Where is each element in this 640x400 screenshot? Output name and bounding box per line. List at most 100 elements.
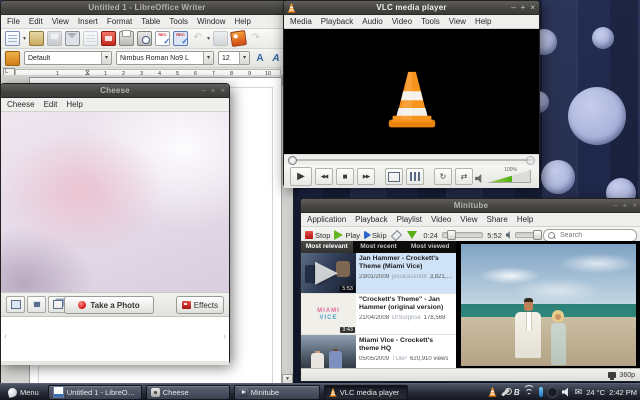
fullscreen-button[interactable] (385, 168, 403, 185)
vlc-menu-audio[interactable]: Audio (362, 17, 382, 26)
writer-titlebar[interactable]: Untitled 1 - LibreOffice Writer (1, 1, 293, 15)
writer-menu-insert[interactable]: Insert (78, 17, 98, 26)
mail-icon[interactable]: ✉ (575, 388, 583, 397)
task-vlc[interactable]: VLC media player (324, 385, 408, 400)
minitube-menu-playback[interactable]: Playback (355, 215, 387, 224)
minitube-titlebar[interactable]: Minitube – + × (301, 199, 640, 213)
seek-handle[interactable] (447, 230, 456, 240)
shuffle-button[interactable]: ⇄ (455, 168, 473, 185)
vlc-menu-playback[interactable]: Playback (321, 17, 353, 26)
italic-icon[interactable]: A (269, 53, 284, 64)
search-input[interactable] (558, 231, 632, 240)
close-icon[interactable]: × (220, 84, 225, 97)
minitube-menu-share[interactable]: Share (486, 215, 507, 224)
save-icon[interactable] (47, 31, 62, 46)
writer-menu-help[interactable]: Help (235, 17, 251, 26)
task-writer[interactable]: Untitled 1 - LibreOffice ... (48, 385, 142, 400)
print-icon[interactable] (119, 31, 134, 46)
task-minitube[interactable]: Minitube (234, 385, 320, 400)
cheese-menu-help[interactable]: Help (66, 100, 82, 109)
new-dropdown-icon[interactable]: ▾ (23, 35, 26, 42)
bold-icon[interactable]: A (254, 53, 266, 64)
menu-button[interactable]: Menu (3, 386, 44, 399)
effects-button[interactable]: Effects (176, 296, 224, 314)
paragraph-style-select[interactable]: Default▾ (24, 51, 112, 65)
video-mode-button[interactable] (27, 296, 46, 313)
minitube-menu-view[interactable]: View (460, 215, 477, 224)
maximize-icon[interactable]: + (623, 199, 628, 212)
play-button[interactable]: ▶ (290, 167, 312, 186)
writer-menu-format[interactable]: Format (107, 17, 132, 26)
tab-most-viewed[interactable]: Most viewed (404, 241, 456, 253)
play-button[interactable]: Play (334, 230, 360, 240)
show-changes-icon[interactable]: REC✓ (173, 31, 188, 46)
vlc-titlebar[interactable]: VLC media player – + × (284, 1, 539, 15)
vlc-volume[interactable]: 100% (475, 169, 531, 185)
cheese-titlebar[interactable]: Cheese – + × (1, 84, 229, 98)
vlc-video-area[interactable] (284, 29, 539, 154)
maximize-icon[interactable]: + (211, 84, 216, 97)
fullscreen-icon[interactable] (390, 229, 401, 240)
temperature[interactable]: 24 °C (586, 388, 605, 397)
styles-icon[interactable] (5, 51, 20, 66)
undo-icon[interactable]: ↶ (191, 32, 204, 45)
loop-button[interactable]: ↻ (434, 168, 452, 185)
seek-handle[interactable] (288, 156, 297, 165)
strip-right-icon[interactable]: › (223, 331, 226, 341)
photo-mode-button[interactable] (6, 296, 25, 313)
new-document-icon[interactable] (5, 31, 20, 46)
download-icon[interactable] (407, 231, 417, 239)
minitube-menu-playlist[interactable]: Playlist (397, 215, 422, 224)
font-size-select[interactable]: 12▾ (218, 51, 250, 65)
stop-button[interactable]: ■ (336, 168, 354, 185)
undo-dropdown-icon[interactable]: ▾ (207, 35, 210, 42)
skip-button[interactable]: Skip (364, 231, 387, 240)
open-icon[interactable] (29, 31, 44, 46)
writer-menu-edit[interactable]: Edit (29, 17, 43, 26)
vlc-menu-video[interactable]: Video (392, 17, 412, 26)
navigator-icon[interactable] (213, 31, 228, 46)
take-photo-button[interactable]: Take a Photo (64, 296, 154, 314)
vlc-tray-icon[interactable] (488, 387, 497, 397)
search-box[interactable] (543, 229, 637, 242)
minitube-menu-video[interactable]: Video (431, 215, 451, 224)
next-button[interactable]: ▶▶ (357, 168, 375, 185)
volume-slider[interactable] (515, 232, 539, 238)
stop-button[interactable]: Stop (305, 231, 330, 240)
equalizer-button[interactable] (406, 168, 424, 185)
close-icon[interactable]: × (530, 1, 535, 14)
writer-menu-view[interactable]: View (52, 17, 69, 26)
maximize-icon[interactable]: + (521, 1, 526, 14)
minimize-icon[interactable]: – (201, 84, 205, 97)
tab-most-recent[interactable]: Most recent (353, 241, 405, 253)
writer-menu-window[interactable]: Window (197, 17, 225, 26)
redo-icon[interactable]: ↷ (249, 32, 262, 45)
task-cheese[interactable]: Cheese (146, 385, 230, 400)
minitube-video-area[interactable] (456, 241, 640, 369)
tool-tray-icon[interactable] (501, 388, 510, 396)
vlc-menu-view[interactable]: View (449, 17, 466, 26)
quality-label[interactable]: 360p (619, 372, 635, 379)
vlc-menu-help[interactable]: Help (475, 17, 491, 26)
volume-handle[interactable] (533, 230, 542, 240)
gallery-icon[interactable] (230, 30, 247, 47)
print-preview-icon[interactable] (137, 31, 152, 46)
font-name-select[interactable]: Nimbus Roman No9 L▾ (116, 51, 214, 65)
track-changes-icon[interactable]: REC✓ (155, 31, 170, 46)
indicator-icon[interactable] (539, 387, 543, 397)
volume-tray-icon[interactable] (562, 388, 571, 397)
settings-tray-icon[interactable] (547, 387, 558, 398)
clock[interactable]: 2:42 PM (609, 388, 637, 397)
vlc-seek-bar[interactable] (284, 154, 539, 165)
close-icon[interactable]: × (632, 199, 637, 212)
bluetooth-icon[interactable]: B (514, 388, 520, 397)
writer-menu-tools[interactable]: Tools (169, 17, 188, 26)
email-icon[interactable] (65, 31, 80, 46)
writer-menu-table[interactable]: Table (141, 17, 160, 26)
edit-file-icon[interactable] (83, 31, 98, 46)
previous-button[interactable]: ◀◀ (315, 168, 333, 185)
minitube-menu-help[interactable]: Help (517, 215, 533, 224)
wifi-icon[interactable] (524, 388, 535, 397)
minitube-menu-application[interactable]: Application (307, 215, 346, 224)
vlc-menu-tools[interactable]: Tools (421, 17, 440, 26)
